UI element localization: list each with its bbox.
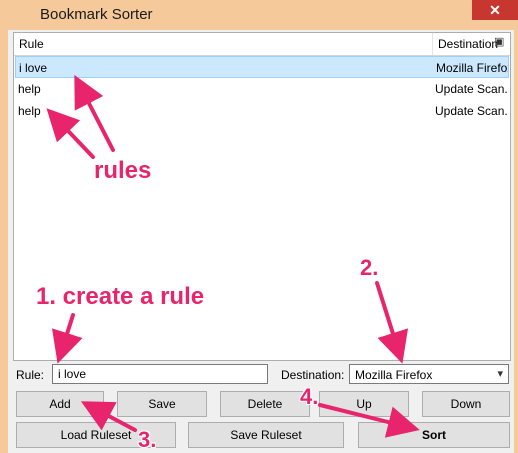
save-ruleset-button[interactable]: Save Ruleset (188, 422, 344, 448)
list-item[interactable]: help Update Scan... (15, 100, 509, 122)
list-header: Rule Destination ▣ (14, 33, 510, 56)
close-button[interactable]: ✕ (472, 0, 518, 20)
window-title: Bookmark Sorter (40, 6, 153, 23)
title-bar: Bookmark Sorter ✕ (0, 0, 518, 30)
down-button[interactable]: Down (422, 391, 510, 417)
window-frame-right (514, 30, 518, 453)
list-item[interactable]: help Update Scan... (15, 78, 509, 100)
delete-button[interactable]: Delete (220, 391, 310, 417)
destination-select[interactable]: Mozilla Firefox ▾ (349, 364, 509, 384)
rules-list[interactable]: Rule Destination ▣ i love Mozilla Firefo… (13, 32, 511, 361)
annotation-step2: 2. (360, 255, 379, 280)
chevron-down-icon: ▾ (497, 368, 503, 380)
column-header-destination[interactable]: Destination (438, 37, 498, 51)
list-item-rule: help (18, 82, 41, 96)
destination-selected-value: Mozilla Firefox (355, 368, 433, 382)
list-item-rule: i love (19, 61, 48, 75)
list-item[interactable]: i love Mozilla Firefox (15, 56, 509, 78)
list-item-destination: Update Scan... (435, 82, 507, 96)
column-chooser-icon[interactable]: ▣ (494, 36, 506, 48)
annotation-step4: 4. (300, 384, 319, 409)
client-area: Rule Destination ▣ i love Mozilla Firefo… (8, 30, 514, 453)
list-item-destination: Update Scan... (435, 104, 507, 118)
up-button[interactable]: Up (319, 391, 409, 417)
destination-label: Destination: (281, 368, 345, 382)
rule-label: Rule: (16, 368, 45, 382)
sort-button[interactable]: Sort (358, 422, 510, 448)
rule-input[interactable] (52, 364, 268, 384)
column-divider[interactable] (432, 33, 433, 55)
window-frame-left (0, 30, 8, 453)
column-header-rule[interactable]: Rule (19, 37, 44, 51)
add-button[interactable]: Add (16, 391, 104, 417)
list-item-rule: help (18, 104, 41, 118)
annotation-rules: rules (94, 157, 152, 184)
annotation-create-rule: 1. create a rule (36, 283, 205, 310)
annotation-step3: 3. (138, 427, 157, 452)
save-button[interactable]: Save (117, 391, 207, 417)
list-item-destination: Mozilla Firefox (436, 61, 508, 75)
